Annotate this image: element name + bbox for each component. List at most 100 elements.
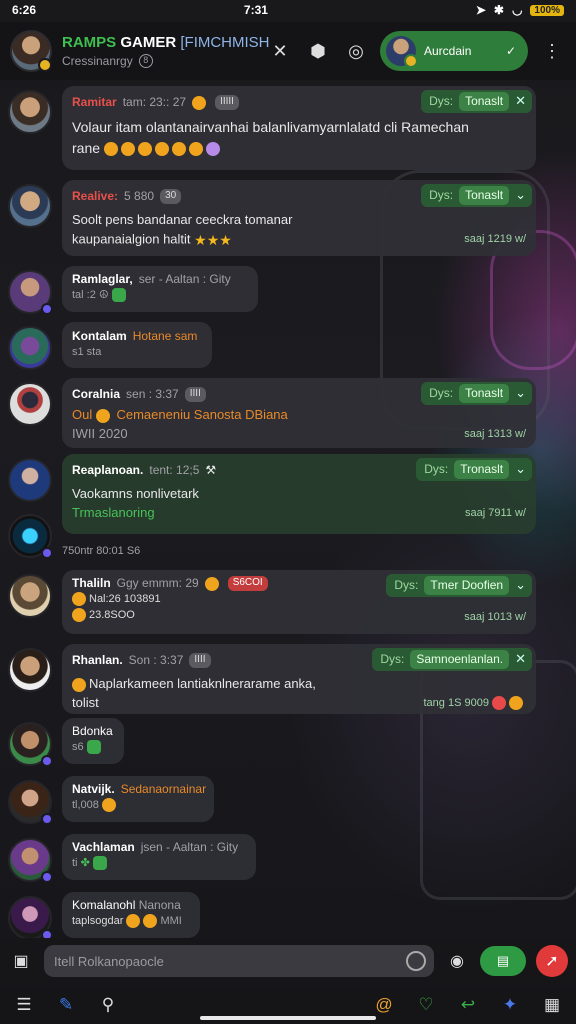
- level-badge: IIII: [184, 387, 206, 402]
- sender-avatar[interactable]: [8, 574, 52, 618]
- more-menu-icon[interactable]: ⋮: [538, 37, 566, 65]
- close-icon[interactable]: ✕: [515, 92, 526, 111]
- sender-avatar[interactable]: [8, 838, 53, 883]
- emoji-icon: [95, 408, 110, 423]
- chevron-down-icon[interactable]: ⌄: [515, 186, 526, 205]
- sender-avatar[interactable]: [8, 722, 53, 767]
- sender-avatar[interactable]: [8, 514, 53, 559]
- gif-button[interactable]: ▤: [480, 946, 526, 976]
- pen-icon[interactable]: ✎: [54, 993, 78, 1017]
- message-tag[interactable]: Dys: Samnoenlanlan. ✕: [372, 648, 532, 672]
- reply-icon[interactable]: ↩: [456, 993, 480, 1017]
- sender-name[interactable]: Ramitar: [72, 94, 117, 111]
- sender-name[interactable]: Rhanlan.: [72, 652, 123, 669]
- verified-badge-icon: [38, 58, 52, 72]
- user-pill-name: Aurcdain: [424, 44, 472, 58]
- message-item[interactable]: Ramitar tam: 23:: 27 IIIII Dys: Tonaslt …: [8, 86, 536, 170]
- sender-name[interactable]: Thaliln: [72, 575, 111, 592]
- sender-name[interactable]: Komalanohl: [72, 898, 135, 912]
- notification-icon[interactable]: ✦: [498, 993, 522, 1017]
- message-item[interactable]: Thaliln Ggy emmm: 29 S6COI Dys: Tmer Doo…: [8, 570, 536, 634]
- status-badge: [41, 303, 53, 315]
- home-indicator[interactable]: [200, 1016, 376, 1020]
- chat-title-block[interactable]: RAMPS GAMER [FIMCHMISH Cressinanrgy 8: [62, 34, 270, 68]
- sender-name[interactable]: Ramlaglar,: [72, 271, 133, 288]
- camera-icon[interactable]: ◉: [444, 948, 470, 974]
- close-icon[interactable]: ✕: [515, 650, 526, 669]
- message-input[interactable]: [54, 953, 406, 969]
- user-status-pill[interactable]: Aurcdain ✓: [380, 31, 528, 71]
- sender-name[interactable]: Kontalam: [72, 328, 127, 345]
- sender-name[interactable]: Coralnia: [72, 386, 120, 403]
- message-list[interactable]: Ramitar tam: 23:: 27 IIIII Dys: Tonaslt …: [0, 82, 576, 941]
- sender-avatar[interactable]: [8, 90, 52, 134]
- message-text-2: kaupanaialgion haltit ★★★: [72, 230, 235, 250]
- emoji-icon: [72, 592, 86, 607]
- gallery-icon[interactable]: ▣: [8, 948, 34, 974]
- message-time: tang 1S 9009: [423, 697, 489, 710]
- message-highlight: Oul: [72, 407, 93, 423]
- sender-name[interactable]: Natvijk.: [72, 781, 115, 798]
- sender-avatar[interactable]: [8, 458, 52, 502]
- status-badge: [41, 547, 53, 559]
- message-item[interactable]: Realive: 5 880 30 Dys: Tonaslt ⌄ Soolt p…: [8, 180, 536, 256]
- message-item[interactable]: Vachlaman jsen - Aaltan : Gity ti ✤: [8, 834, 256, 883]
- message-item[interactable]: Natvijk. Sedanaornainar tl,008: [8, 776, 214, 825]
- emoji-icon: [154, 141, 169, 156]
- message-tag[interactable]: Dys: Tmer Doofien ⌄: [386, 574, 532, 598]
- group-avatar[interactable]: [10, 30, 52, 72]
- message-text: Cemaeneniu Sanosta DBiana: [116, 407, 288, 423]
- menu-icon[interactable]: ☰: [12, 993, 36, 1017]
- message-meta: Son : 3:37: [128, 653, 184, 667]
- at-sign-icon[interactable]: @: [372, 993, 396, 1017]
- emoji-icon: [205, 141, 220, 156]
- sender-avatar[interactable]: [8, 326, 52, 370]
- sender-avatar[interactable]: [8, 648, 52, 692]
- info-icon: 8: [138, 54, 153, 68]
- emoji-icon: [126, 914, 141, 929]
- emoji-picker-icon[interactable]: [406, 951, 426, 971]
- sender-avatar[interactable]: [8, 382, 52, 426]
- message-tag[interactable]: Dys: Tonaslt ✕: [421, 90, 532, 114]
- emoji-icon: [188, 141, 203, 156]
- message-item[interactable]: Komalanohl Nanona taplsogdar MMI: [8, 892, 200, 941]
- sender-name[interactable]: Reaplanoan.: [72, 462, 143, 479]
- heart-icon[interactable]: ♡: [414, 993, 438, 1017]
- sender-name[interactable]: Vachlaman: [72, 839, 135, 856]
- sender-avatar[interactable]: [8, 780, 53, 825]
- sender-name[interactable]: Realive:: [72, 188, 118, 205]
- search-icon[interactable]: ⚲: [96, 993, 120, 1017]
- message-time: saaj 7911 w/: [465, 507, 526, 520]
- message-item[interactable]: Coralnia sen : 3:37 IIII Dys: Tonaslt ⌄ …: [8, 378, 536, 448]
- message-tag[interactable]: Dys: Tronaslt ⌄: [416, 458, 532, 482]
- message-item[interactable]: Rhanlan. Son : 3:37 IIII Dys: Samnoenlan…: [8, 644, 536, 714]
- crossed-swords-icon[interactable]: ✕: [266, 37, 294, 65]
- message-text: Volaur itam olantanairvanhai balanlivamy…: [72, 119, 469, 136]
- clover-icon: ✤: [80, 857, 90, 870]
- camera-icon[interactable]: ◎: [342, 37, 370, 65]
- sticker-icon: ☮: [98, 289, 109, 302]
- message-item[interactable]: Ramlaglar, ser - Aaltan : Gity tal :2 ☮: [8, 266, 258, 315]
- status-icons: ➤ ✱ ◡ 100%: [476, 3, 564, 17]
- sender-avatar[interactable]: [8, 896, 53, 941]
- sender-avatar[interactable]: [8, 270, 53, 315]
- message-item[interactable]: Bdonka s6: [8, 718, 124, 767]
- chat-subtitle: Cressinanrgy 8: [62, 54, 256, 68]
- chevron-down-icon[interactable]: ⌄: [515, 576, 526, 595]
- message-meta: jsen - Aaltan : Gity: [140, 840, 239, 854]
- sender-avatar[interactable]: [8, 184, 52, 228]
- chevron-down-icon[interactable]: ⌄: [515, 460, 526, 479]
- message-item[interactable]: Kontalam Hotane sam s1 sta: [8, 322, 212, 370]
- chevron-down-icon[interactable]: ⌄: [515, 384, 526, 403]
- shield-icon[interactable]: ⬢: [304, 37, 332, 65]
- grid-icon[interactable]: ▦: [540, 993, 564, 1017]
- message-tag[interactable]: Dys: Tonaslt ⌄: [421, 382, 532, 406]
- status-time-center: 7:31: [243, 3, 268, 17]
- sender-name[interactable]: Bdonka: [72, 723, 114, 740]
- message-input-container[interactable]: [44, 945, 434, 977]
- record-button[interactable]: ➚: [536, 945, 568, 977]
- message-item[interactable]: 750ntr 80:01 S6: [8, 510, 140, 559]
- message-meta: tam: 23:: 27: [122, 95, 187, 109]
- message-tag[interactable]: Dys: Tonaslt ⌄: [421, 184, 532, 208]
- emoji-row: [103, 140, 223, 156]
